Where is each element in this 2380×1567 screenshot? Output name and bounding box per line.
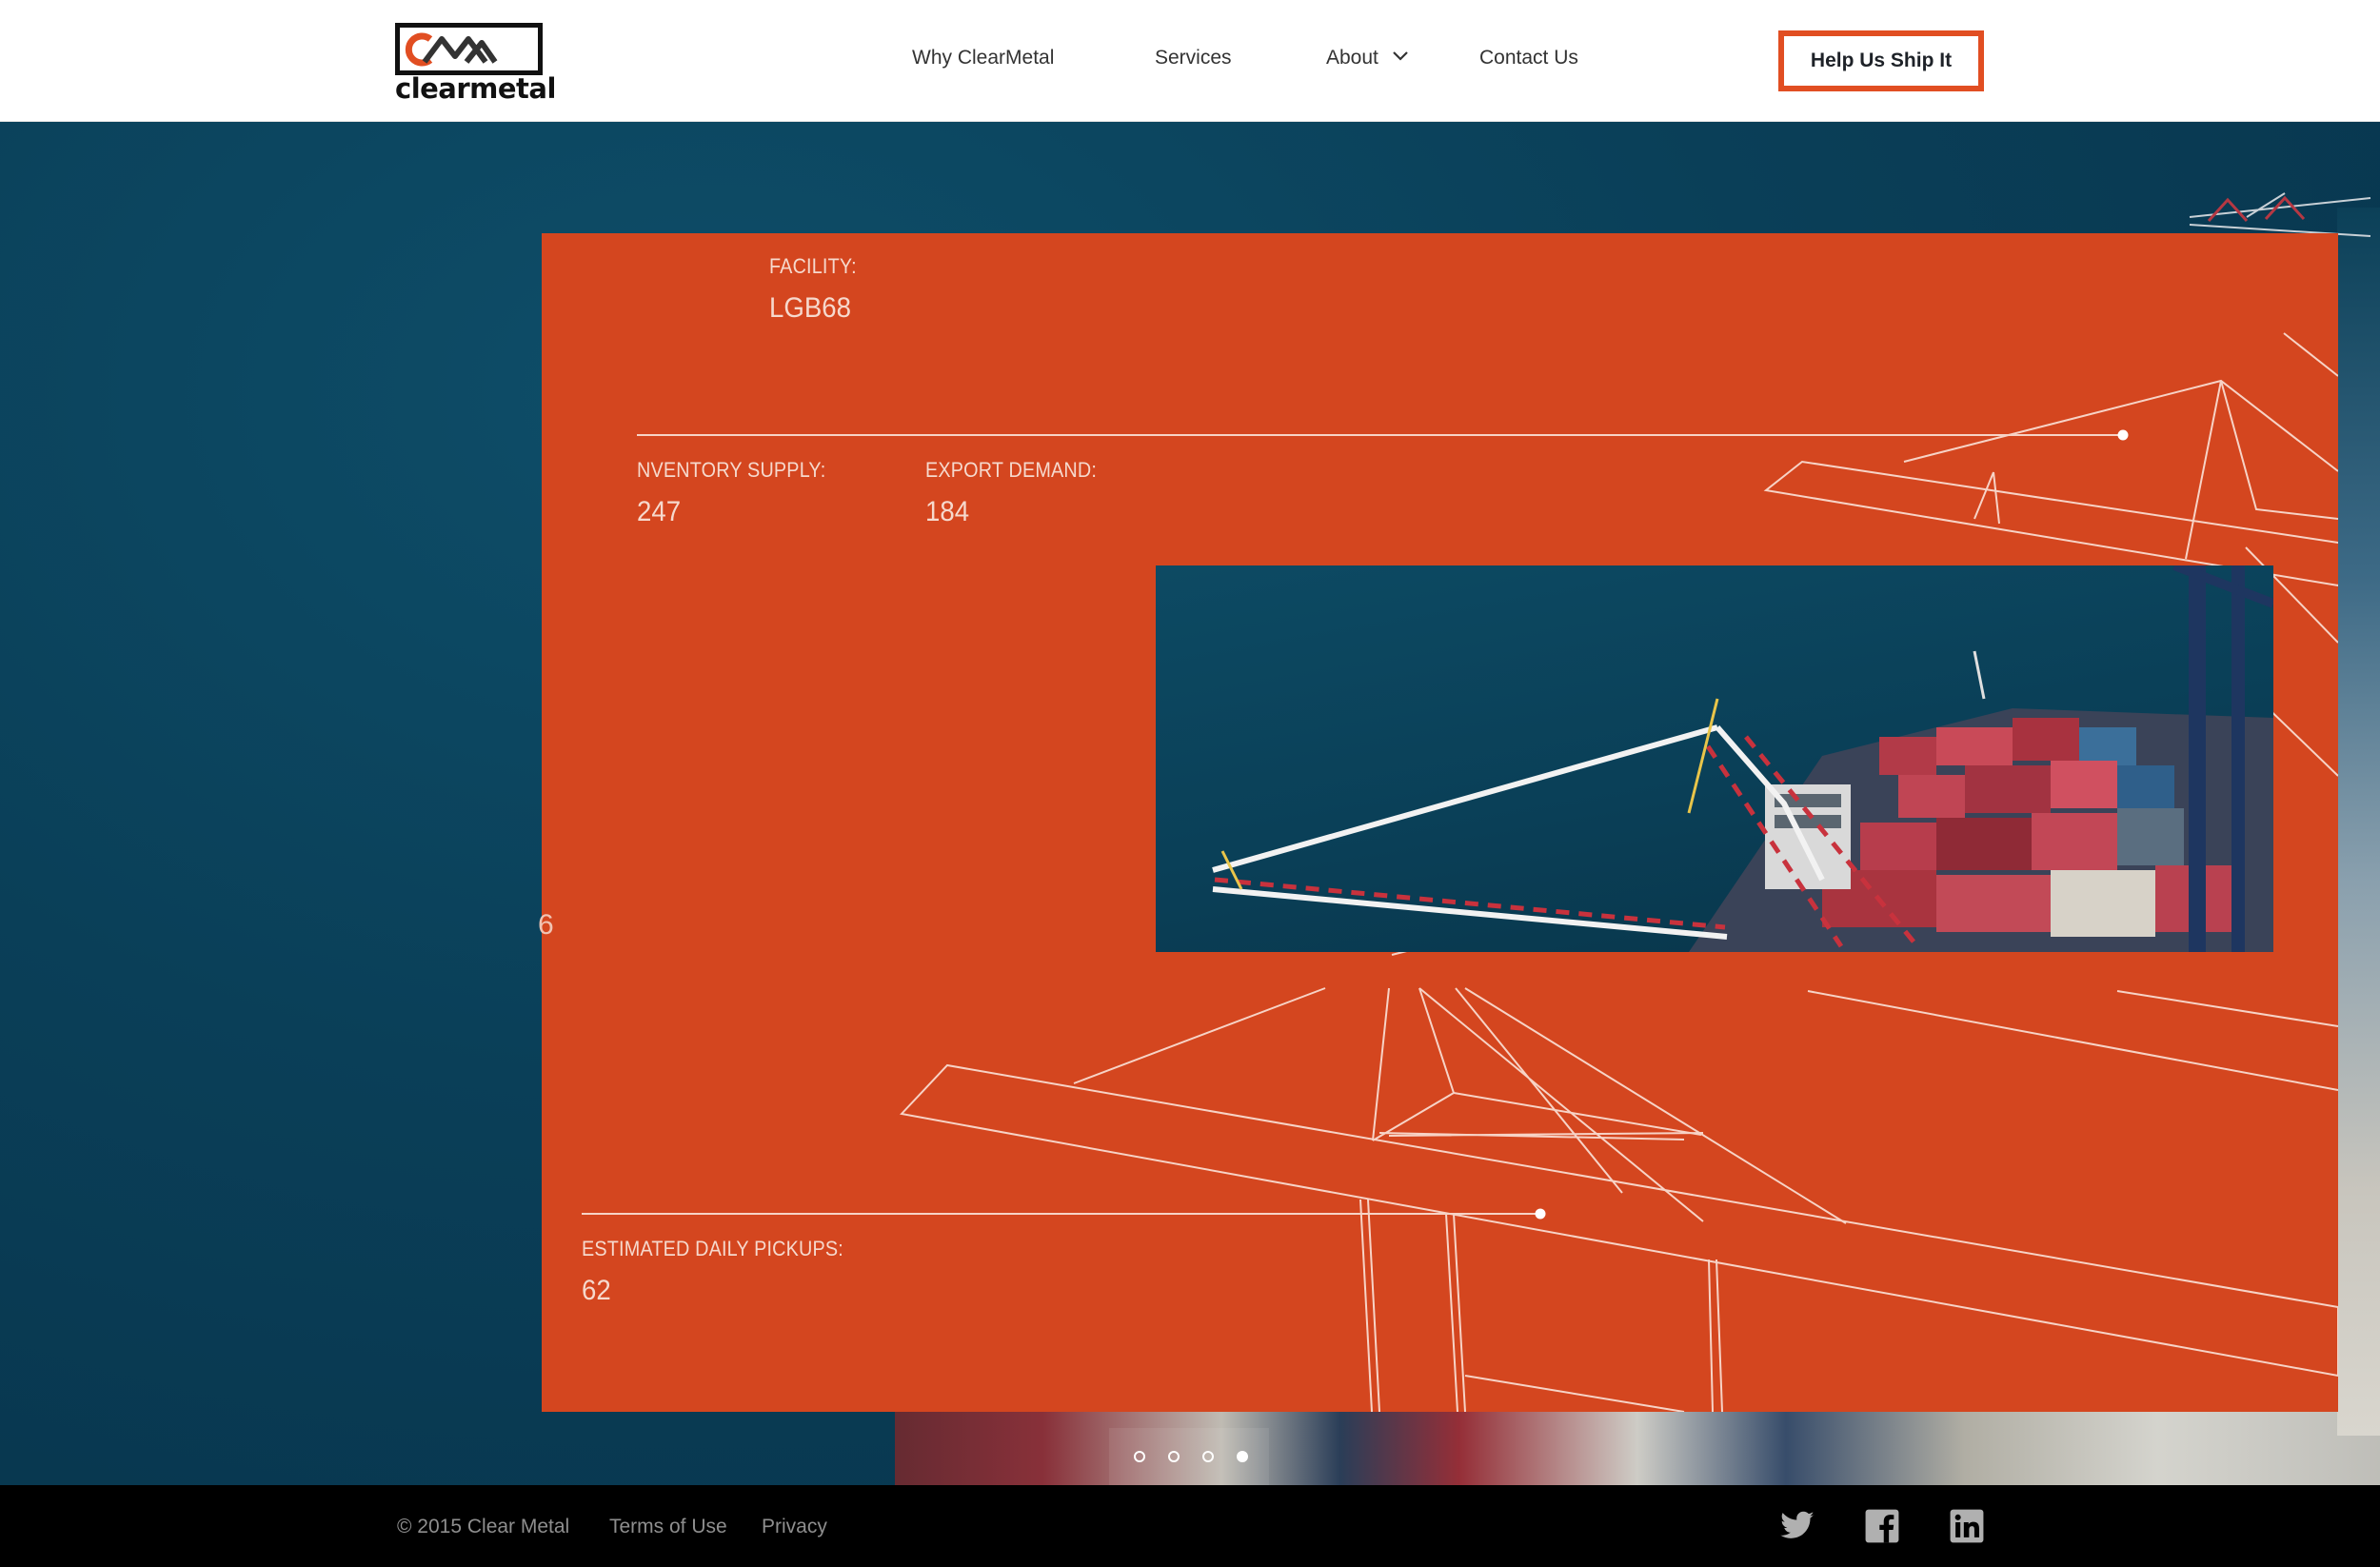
privacy-link[interactable]: Privacy [762,1516,827,1538]
indicator-dot-upper [2117,429,2129,441]
export-demand-value: 184 [925,496,970,527]
nav-why-clearmetal[interactable]: Why ClearMetal [912,47,1054,69]
logo-mark-box [395,23,543,75]
logo-cm-icon [405,32,498,67]
copyright-text: © 2015 Clear Metal [397,1516,570,1537]
inventory-supply-value: 247 [637,496,682,527]
slider-pagination [1109,1428,1269,1485]
daily-pickups-value: 62 [582,1275,611,1306]
facility-label: FACILITY: [769,254,857,278]
nav-contact-us[interactable]: Contact Us [1479,47,1578,69]
slide-dot-3[interactable] [1202,1451,1214,1462]
terms-of-use-link[interactable]: Terms of Use [609,1516,727,1538]
slide-dot-1[interactable] [1134,1451,1145,1462]
slide-dot-2[interactable] [1168,1451,1180,1462]
nav-about[interactable]: About [1326,47,1378,69]
ship-crane-image [1212,565,2273,952]
facility-value: LGB68 [769,292,851,324]
container-ship-photo [1156,565,2273,952]
facebook-icon[interactable] [1864,1508,1900,1544]
slide-dot-4[interactable] [1237,1451,1248,1462]
inventory-supply-label: NVENTORY SUPPLY: [637,458,826,482]
site-footer: © 2015 Clear Metal Terms of Use Privacy [0,1485,2380,1567]
nav-services[interactable]: Services [1155,47,1232,69]
facility-stats-panel: FACILITY: LGB68 NVENTORY SUPPLY: 247 EXP… [542,233,2338,1412]
daily-pickups-label: ESTIMATED DAILY PICKUPS: [582,1237,843,1260]
export-demand-label: EXPORT DEMAND: [925,458,1098,482]
port-background-edge [2337,208,2380,1436]
indicator-dot-lower [1535,1208,1546,1220]
site-header: clearmetal Why ClearMetal Services About… [0,0,2380,122]
linkedin-icon[interactable] [1949,1508,1985,1544]
help-us-ship-it-button[interactable]: Help Us Ship It [1778,30,1984,91]
twitter-icon[interactable] [1779,1508,1815,1544]
partial-stat-digit: 6 [538,909,554,941]
clearmetal-logo[interactable]: clearmetal [395,23,556,105]
logo-wordmark: clearmetal [395,72,556,105]
chevron-down-icon[interactable] [1392,50,1409,63]
